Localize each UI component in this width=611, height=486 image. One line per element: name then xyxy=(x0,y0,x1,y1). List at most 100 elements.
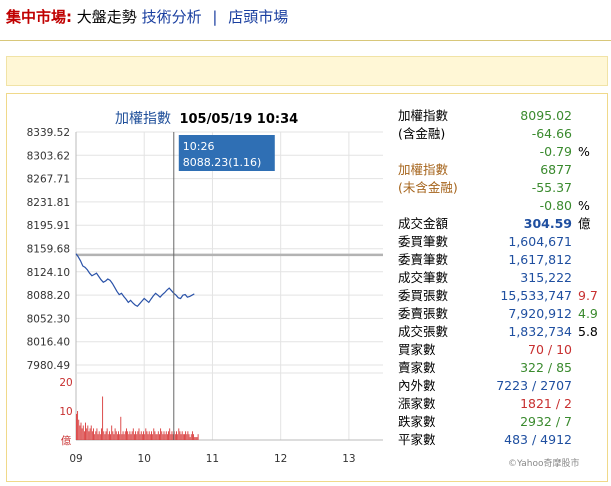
volume-bar xyxy=(193,434,195,440)
stat-value: 1821 / 2 xyxy=(520,396,572,411)
volume-bar xyxy=(164,434,166,440)
volume-bar xyxy=(195,437,197,440)
stat-label: 委買筆數 xyxy=(398,234,449,249)
stat-label: 成交張數 xyxy=(398,324,449,339)
volume-bar xyxy=(140,431,142,440)
volume-bar xyxy=(163,431,165,440)
stat-row: 加權指數 8095.02 xyxy=(398,107,604,125)
volume-bar xyxy=(155,434,157,440)
volume-bar xyxy=(161,431,163,440)
stat-value: 315,222 xyxy=(520,270,572,285)
stat-row: -0.79% xyxy=(398,143,604,161)
stat-value: -0.79 xyxy=(539,144,572,159)
stat-label: 委賣筆數 xyxy=(398,252,449,267)
volume-bar xyxy=(188,434,190,440)
volume-bar xyxy=(96,428,98,440)
stat-row: 成交張數 1,832,734 5.8 xyxy=(398,323,604,341)
volume-bar xyxy=(127,431,129,440)
volume-bar xyxy=(111,425,113,440)
y-tick-label: 8159.68 xyxy=(27,244,70,256)
volume-bar xyxy=(97,434,99,440)
volume-bar xyxy=(194,437,196,440)
volume-bar xyxy=(144,434,146,440)
volume-bar xyxy=(120,416,122,440)
volume-bar xyxy=(138,428,140,440)
stat-row: 賣家數 322 / 85 xyxy=(398,359,604,377)
volume-bar xyxy=(107,434,109,440)
volume-bar xyxy=(87,425,89,440)
volume-bar xyxy=(190,434,192,440)
stat-value: 304.59 xyxy=(523,216,572,231)
y-tick-label: 8231.81 xyxy=(27,197,70,209)
volume-bar xyxy=(170,434,172,440)
volume-bar xyxy=(191,431,193,440)
y-tick-label: 8124.10 xyxy=(27,267,70,279)
volume-bar xyxy=(197,434,199,440)
y-tick-label: 7980.49 xyxy=(27,360,70,372)
stat-extra: % xyxy=(578,144,590,159)
stat-row: (含金融) -64.66 xyxy=(398,125,604,143)
volume-bar xyxy=(171,431,173,440)
stat-value: 1,604,671 xyxy=(508,234,572,249)
stat-value: 7223 / 2707 xyxy=(496,378,572,393)
stat-label: 成交筆數 xyxy=(398,270,449,285)
volume-bar xyxy=(86,428,88,440)
volume-bar xyxy=(126,428,127,440)
volume-bar xyxy=(130,434,132,440)
volume-bar xyxy=(106,428,108,440)
y-tick-label: 8052.30 xyxy=(27,313,70,325)
volume-bar xyxy=(143,431,144,440)
volume-bar xyxy=(89,428,91,440)
volume-bar xyxy=(95,431,97,440)
index-line xyxy=(75,253,195,308)
y-tick-label: 8016.40 xyxy=(27,337,70,349)
stat-label: 委買張數 xyxy=(398,288,449,303)
volume-tick-label: 20 xyxy=(59,377,72,389)
stat-value: 7,920,912 xyxy=(508,306,572,321)
stat-label: 成交金額 xyxy=(398,216,449,231)
stat-value: 70 / 10 xyxy=(528,342,572,357)
tooltip-value: 8088.23(1.16) xyxy=(183,156,262,169)
y-tick-label: 8339.52 xyxy=(27,127,70,139)
volume-bar xyxy=(118,431,119,440)
volume-tick-label: 億 xyxy=(61,434,72,447)
stat-value: 483 / 4912 xyxy=(504,432,572,447)
volume-bar xyxy=(114,428,116,440)
volume-bar xyxy=(168,431,169,440)
stat-label: 賣家數 xyxy=(398,360,436,375)
stat-label: 跌家數 xyxy=(398,414,436,429)
volume-bar xyxy=(90,425,92,440)
y-tick-label: 8303.62 xyxy=(27,150,70,162)
volume-bar xyxy=(185,431,187,440)
volume-bar xyxy=(103,431,105,440)
volume-bar xyxy=(98,431,100,440)
stat-row: -0.80% xyxy=(398,197,604,215)
volume-bar xyxy=(94,434,96,440)
stat-extra: % xyxy=(578,198,590,213)
y-tick-label: 8267.71 xyxy=(27,174,70,186)
volume-bar xyxy=(165,431,167,440)
volume-bar xyxy=(101,428,102,440)
volume-bar xyxy=(184,434,185,440)
volume-bar xyxy=(83,431,85,440)
stat-extra: 5.8 xyxy=(578,324,598,339)
volume-bar xyxy=(146,431,148,440)
stat-label: 加權指數 xyxy=(398,162,449,177)
x-tick-label: 12 xyxy=(274,453,287,465)
stat-value: 6877 xyxy=(540,162,572,177)
volume-bar xyxy=(119,434,121,440)
volume-bar xyxy=(112,431,114,440)
stat-label: 買家數 xyxy=(398,342,436,357)
volume-bar xyxy=(85,422,86,440)
stat-row: 成交金額 304.59 億 xyxy=(398,215,604,233)
stat-row: (未含金融) -55.37 xyxy=(398,179,604,197)
stat-row: 漲家數 1821 / 2 xyxy=(398,395,604,413)
volume-bar xyxy=(177,434,179,440)
volume-bar xyxy=(93,428,94,440)
volume-bar xyxy=(149,434,151,440)
volume-bar xyxy=(160,428,162,440)
volume-bar xyxy=(162,434,164,440)
stat-label: 委賣張數 xyxy=(398,306,449,321)
stat-row: 內外數 7223 / 2707 xyxy=(398,377,604,395)
volume-bar xyxy=(181,431,183,440)
